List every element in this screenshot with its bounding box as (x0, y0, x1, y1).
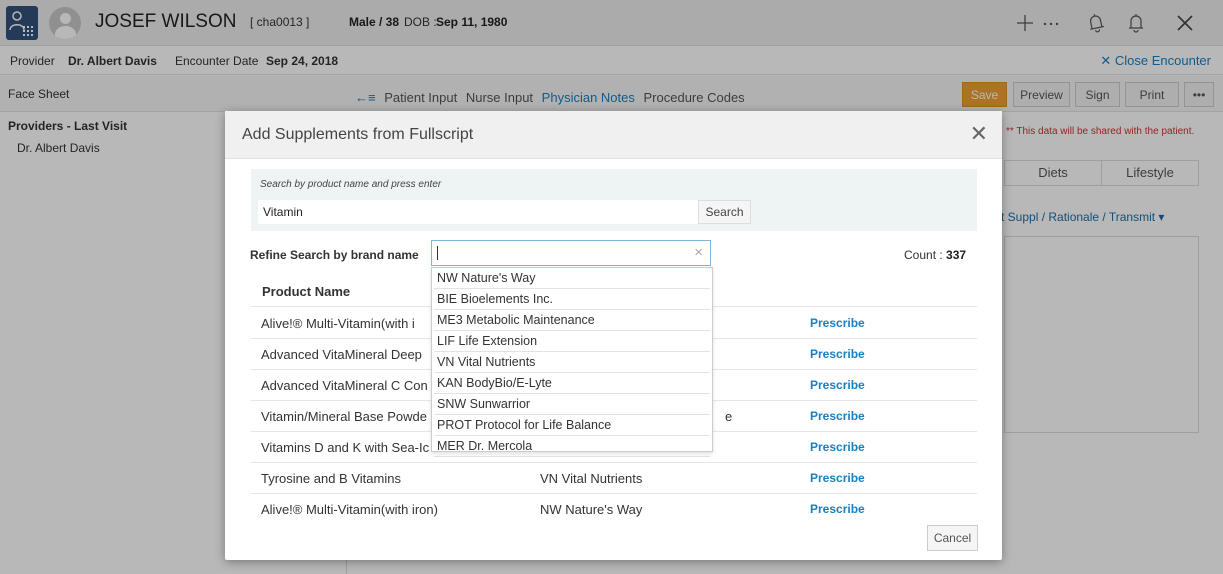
prescribe-link[interactable]: Prescribe (810, 378, 865, 392)
search-button[interactable]: Search (698, 200, 751, 224)
product-search-input[interactable] (258, 200, 698, 224)
brand-dropdown: NW Nature's Way BIE Bioelements Inc. ME3… (431, 267, 713, 457)
table-row: Tyrosine and B Vitamins VN Vital Nutrien… (251, 462, 977, 493)
clear-brand-icon[interactable]: × (694, 244, 703, 261)
modal-title: Add Supplements from Fullscript (242, 126, 474, 143)
result-count-value: 337 (946, 248, 967, 262)
product-name: Vitamin/Mineral Base Powde (261, 409, 427, 424)
table-row: Alive!® Multi-Vitamin(with iron) NW Natu… (251, 493, 977, 524)
brand-option[interactable]: VN Vital Nutrients (434, 352, 710, 373)
search-hint: Search by product name and press enter (260, 179, 442, 190)
refine-brand-label: Refine Search by brand name (250, 248, 419, 262)
prescribe-link[interactable]: Prescribe (810, 440, 865, 454)
prescribe-link[interactable]: Prescribe (810, 347, 865, 361)
product-name: Tyrosine and B Vitamins (261, 471, 401, 486)
product-name: Alive!® Multi-Vitamin(with i (261, 316, 415, 331)
prescribe-link[interactable]: Prescribe (810, 409, 865, 423)
brand-option[interactable]: PROT Protocol for Life Balance (434, 415, 710, 436)
product-name: Alive!® Multi-Vitamin(with iron) (261, 502, 438, 517)
product-search-box: Search by product name and press enter S… (251, 169, 977, 231)
prescribe-link[interactable]: Prescribe (810, 502, 865, 516)
product-name: Vitamins D and K with Sea-Ic (261, 440, 430, 455)
product-name: Advanced VitaMineral Deep (261, 347, 422, 362)
prescribe-link[interactable]: Prescribe (810, 471, 865, 485)
add-supplements-modal: Add Supplements from Fullscript ✕ Search… (225, 111, 1002, 560)
modal-header: Add Supplements from Fullscript ✕ (225, 111, 1002, 159)
brand-option[interactable]: BIE Bioelements Inc. (434, 289, 710, 310)
modal-close-icon[interactable]: ✕ (970, 123, 988, 145)
brand-option[interactable]: KAN BodyBio/E-Lyte (434, 373, 710, 394)
brand-search-input[interactable]: × (431, 240, 711, 266)
product-name: Advanced VitaMineral C Con (261, 378, 428, 393)
product-brand: e (725, 409, 733, 424)
cancel-button[interactable]: Cancel (927, 525, 978, 551)
prescribe-link[interactable]: Prescribe (810, 316, 865, 330)
brand-option[interactable]: ME3 Metabolic Maintenance (434, 310, 710, 331)
brand-option[interactable]: NW Nature's Way (434, 268, 710, 289)
brand-option[interactable]: LIF Life Extension (434, 331, 710, 352)
column-product-name: Product Name (262, 284, 351, 299)
product-brand: VN Vital Nutrients (540, 471, 643, 486)
product-brand: NW Nature's Way (540, 502, 643, 517)
brand-option[interactable]: MER Dr. Mercola (434, 436, 710, 457)
brand-option[interactable]: SNW Sunwarrior (434, 394, 710, 415)
result-count: Count : 337 (904, 248, 967, 262)
